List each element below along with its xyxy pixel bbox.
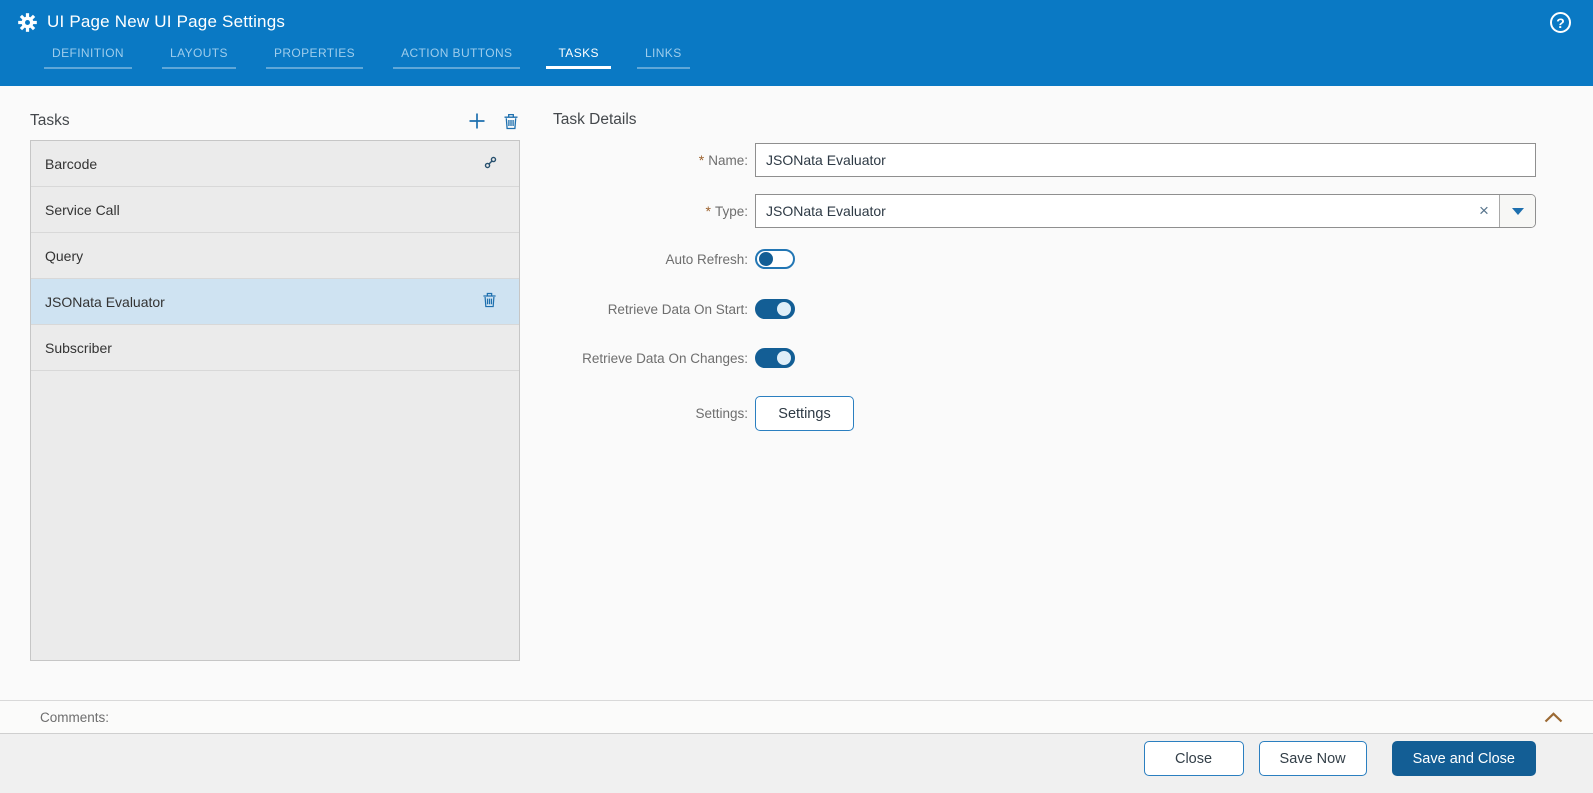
- list-item[interactable]: Subscriber: [31, 325, 519, 371]
- save-now-button[interactable]: Save Now: [1258, 741, 1367, 776]
- clear-icon[interactable]: ×: [1469, 195, 1499, 227]
- settings-row: Settings: Settings: [553, 396, 854, 431]
- tab-layouts[interactable]: LAYOUTS: [158, 42, 240, 69]
- gear-icon: [17, 12, 37, 32]
- retrieve-changes-label: Retrieve Data On Changes:: [582, 350, 748, 366]
- tab-action-buttons[interactable]: ACTION BUTTONS: [389, 42, 524, 69]
- retrieve-start-row: Retrieve Data On Start:: [553, 299, 795, 319]
- retrieve-changes-toggle[interactable]: [755, 348, 795, 368]
- footer-bar: Close Save Now Save and Close: [0, 734, 1593, 793]
- chevron-up-icon: [1544, 711, 1563, 722]
- required-marker: *: [698, 152, 705, 168]
- delete-task-icon[interactable]: [502, 112, 520, 130]
- page-title: UI Page New UI Page Settings: [47, 12, 286, 31]
- toggle-knob: [777, 351, 791, 365]
- type-field-row: * Type: JSONata Evaluator ×: [553, 194, 1536, 228]
- chevron-down-icon: [1511, 207, 1524, 215]
- task-item-label: Query: [45, 247, 84, 264]
- tab-bar: DEFINITION LAYOUTS PROPERTIES ACTION BUTTON…: [40, 42, 1593, 69]
- header-title-row: UI Page New UI Page Settings: [0, 0, 1593, 32]
- add-task-icon[interactable]: [468, 112, 486, 130]
- task-list: Barcode Service Call Query JSONata Evaluato…: [30, 140, 520, 661]
- tab-definition[interactable]: DEFINITION: [40, 42, 136, 69]
- retrieve-start-toggle[interactable]: [755, 299, 795, 319]
- tasks-panel-header: Tasks: [30, 108, 520, 134]
- type-combobox[interactable]: JSONata Evaluator ×: [755, 194, 1536, 228]
- retrieve-changes-row: Retrieve Data On Changes:: [553, 348, 795, 368]
- required-marker: *: [705, 203, 711, 219]
- comments-bar: Comments:: [0, 700, 1593, 734]
- auto-refresh-toggle[interactable]: [755, 249, 795, 269]
- retrieve-start-label: Retrieve Data On Start:: [607, 301, 748, 317]
- close-button[interactable]: Close: [1143, 741, 1244, 776]
- tab-links[interactable]: LINKS: [633, 42, 694, 69]
- auto-refresh-row: Auto Refresh:: [553, 249, 795, 269]
- type-value: JSONata Evaluator: [766, 203, 886, 219]
- settings-button[interactable]: Settings: [755, 396, 854, 431]
- auto-refresh-label: Auto Refresh:: [665, 251, 748, 267]
- settings-label: Settings:: [695, 406, 748, 421]
- type-label: * Type:: [705, 203, 748, 219]
- list-item[interactable]: Service Call: [31, 187, 519, 233]
- tab-properties[interactable]: PROPERTIES: [262, 42, 367, 69]
- collapse-comments-button[interactable]: [1544, 711, 1563, 723]
- name-input[interactable]: [755, 143, 1536, 177]
- header-bar: UI Page New UI Page Settings ? DEFINITIO…: [0, 0, 1593, 86]
- tasks-actions: [468, 112, 520, 130]
- list-item[interactable]: JSONata Evaluator: [31, 279, 519, 325]
- name-label: * Name:: [698, 152, 748, 168]
- tasks-panel-title: Tasks: [30, 112, 70, 129]
- task-item-label: Subscriber: [45, 339, 112, 356]
- comments-label: Comments:: [40, 709, 110, 725]
- task-item-label: Service Call: [45, 201, 120, 218]
- list-item[interactable]: Query: [31, 233, 519, 279]
- list-item[interactable]: Barcode: [31, 141, 519, 187]
- task-item-label: JSONata Evaluator: [45, 293, 165, 310]
- save-and-close-button[interactable]: Save and Close: [1391, 741, 1536, 776]
- task-item-label: Barcode: [45, 155, 98, 172]
- type-dropdown-button[interactable]: [1499, 195, 1535, 227]
- toggle-knob: [777, 302, 791, 316]
- toggle-knob: [759, 252, 773, 266]
- name-field-row: * Name:: [553, 143, 1536, 177]
- trash-icon[interactable]: [482, 292, 497, 311]
- task-details-title: Task Details: [553, 111, 637, 128]
- tab-tasks[interactable]: TASKS: [546, 42, 612, 69]
- help-icon[interactable]: ?: [1550, 12, 1571, 33]
- link-icon: [484, 156, 497, 172]
